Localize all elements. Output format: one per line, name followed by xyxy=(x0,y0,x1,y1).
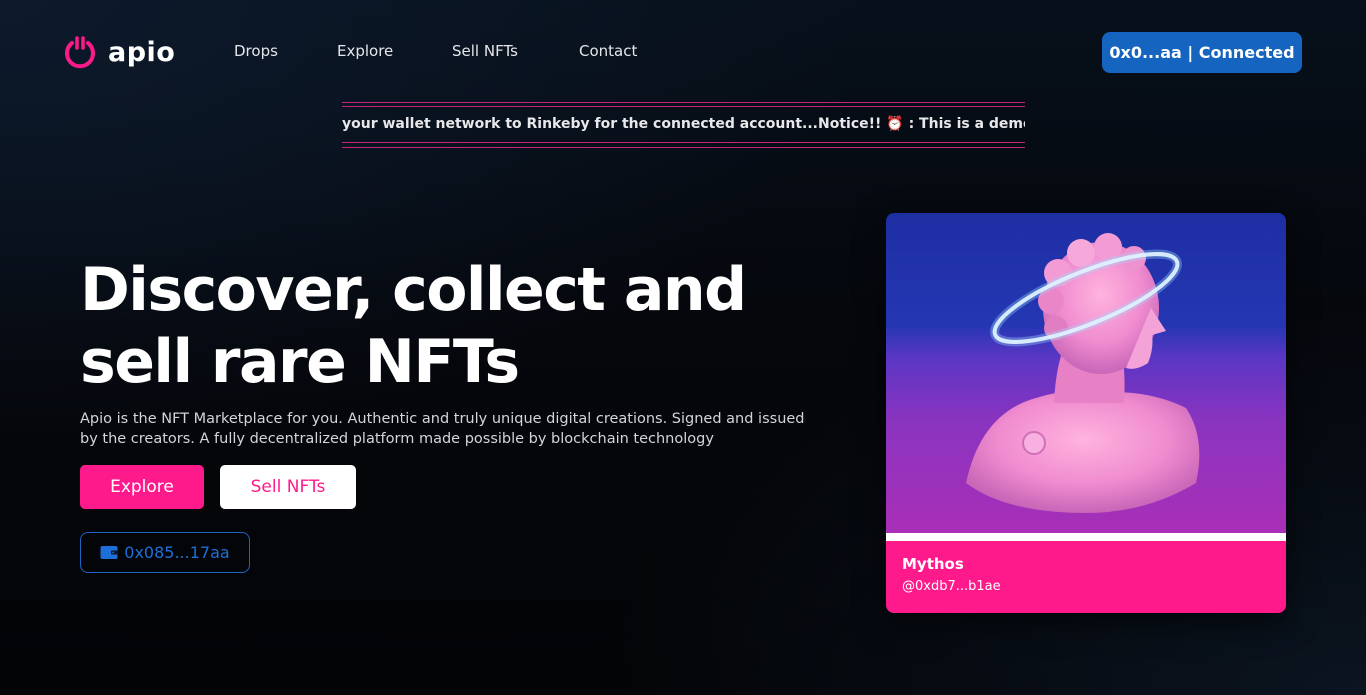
nav-sell-nfts[interactable]: Sell NFTs xyxy=(452,42,542,60)
power-icon xyxy=(65,36,95,69)
brand-name: apio xyxy=(108,36,176,68)
nft-info: Mythos @0xdb7...b1ae xyxy=(886,541,1286,613)
wallet-address-chip[interactable]: 0x085...17aa xyxy=(80,532,250,573)
nav-contact[interactable]: Contact xyxy=(579,42,637,60)
hero-title-line-2: sell rare NFTs xyxy=(80,327,520,397)
ticker-text-after: : This is a demo proje xyxy=(908,116,1025,132)
explore-button[interactable]: Explore xyxy=(80,465,204,509)
sell-nfts-button[interactable]: Sell NFTs xyxy=(220,465,356,509)
ticker-border xyxy=(342,147,1025,148)
nft-title: Mythos xyxy=(902,555,964,573)
nav-explore[interactable]: Explore xyxy=(337,42,393,60)
bust-illustration xyxy=(966,233,1200,513)
notice-ticker: your wallet network to Rinkeby for the c… xyxy=(342,101,1025,149)
brand-logo[interactable]: apio xyxy=(62,34,175,70)
hero-description: Apio is the NFT Marketplace for you. Aut… xyxy=(80,411,805,447)
hero-title: Discover, collect and sell rare NFTs xyxy=(80,254,800,398)
ticker-border xyxy=(342,102,1025,103)
ticker-text: your wallet network to Rinkeby for the c… xyxy=(342,116,1025,132)
nft-owner: @0xdb7...b1ae xyxy=(902,579,1001,594)
ticker-border xyxy=(342,142,1025,143)
ticker-border xyxy=(342,106,1025,107)
ticker-text-before: your wallet network to Rinkeby for the c… xyxy=(342,116,887,132)
hero-title-line-1: Discover, collect and xyxy=(80,255,747,325)
wallet-address: 0x085...17aa xyxy=(124,543,230,562)
alarm-clock-icon: ⏰ xyxy=(886,116,904,132)
card-divider xyxy=(886,533,1286,541)
featured-nft-card[interactable]: Mythos @0xdb7...b1ae xyxy=(886,213,1286,613)
wallet-connected-button[interactable]: 0x0...aa | Connected xyxy=(1102,32,1302,73)
nav-drops[interactable]: Drops xyxy=(234,42,278,60)
nft-image xyxy=(886,213,1286,533)
wallet-icon xyxy=(100,546,119,559)
